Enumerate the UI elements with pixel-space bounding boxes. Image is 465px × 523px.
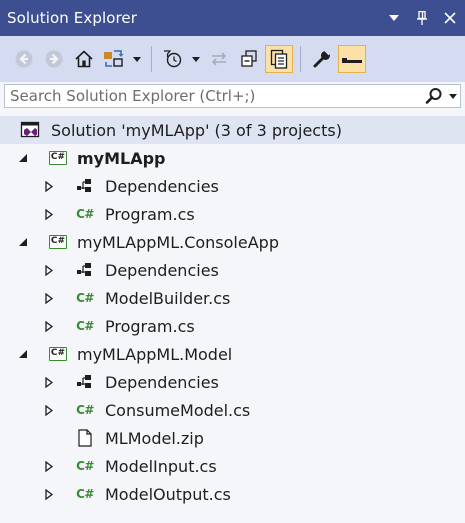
- tree-node-file[interactable]: C# ModelOutput.cs: [0, 480, 465, 508]
- switch-views-button[interactable]: [100, 45, 128, 73]
- forward-button[interactable]: [40, 45, 68, 73]
- csharp-file-icon: C#: [76, 291, 94, 305]
- expanded-arrow-icon[interactable]: [17, 348, 29, 360]
- tree-node-label: Program.cs: [105, 316, 195, 336]
- chevron-down-icon: [192, 56, 200, 62]
- window-title: Solution Explorer: [7, 9, 138, 27]
- tree-node-label: myMLAppML.ConsoleApp: [77, 232, 279, 252]
- collapsed-arrow-icon[interactable]: [43, 208, 55, 220]
- close-button[interactable]: [441, 9, 459, 27]
- tree-node-project[interactable]: C# myMLAppML.Model: [0, 340, 465, 368]
- tree-node-file[interactable]: C# ModelInput.cs: [0, 452, 465, 480]
- dependencies-icon: [74, 260, 94, 280]
- tree-node-label: Dependencies: [105, 372, 219, 392]
- csharp-file-icon: C#: [76, 319, 94, 333]
- csharp-file-icon: C#: [76, 487, 94, 501]
- tree-node-label: ModelInput.cs: [105, 456, 217, 476]
- switch-views-dropdown[interactable]: [130, 45, 144, 73]
- tree-node-label: Solution 'myMLApp' (3 of 3 projects): [51, 120, 342, 140]
- pending-changes-filter-button[interactable]: [159, 45, 187, 73]
- file-icon: [75, 428, 95, 448]
- collapsed-arrow-icon[interactable]: [43, 460, 55, 472]
- chevron-down-icon: [449, 93, 457, 99]
- csharp-project-icon: C#: [48, 148, 68, 168]
- csharp-file-icon: C#: [76, 459, 94, 473]
- search-input[interactable]: [5, 84, 422, 108]
- pin-icon: [417, 11, 427, 25]
- toolbar-separator: [300, 46, 301, 72]
- tree-node-label: Dependencies: [105, 176, 219, 196]
- preview-selected-items-button[interactable]: [338, 45, 366, 73]
- pin-button[interactable]: [413, 9, 431, 27]
- properties-button[interactable]: [308, 45, 336, 73]
- tree-node-file[interactable]: MLModel.zip: [0, 424, 465, 452]
- tree-node-file[interactable]: C# ConsumeModel.cs: [0, 396, 465, 424]
- toolbar-separator: [151, 46, 152, 72]
- collapsed-arrow-icon[interactable]: [43, 488, 55, 500]
- show-all-files-icon: [270, 49, 288, 69]
- csharp-project-icon: C#: [48, 232, 68, 252]
- collapsed-arrow-icon[interactable]: [43, 264, 55, 276]
- home-button[interactable]: [70, 45, 98, 73]
- tree-node-label: myMLApp: [77, 148, 166, 168]
- switch-views-icon: [104, 50, 124, 67]
- forward-arrow-icon: [45, 50, 63, 68]
- tree-node-label: myMLAppML.Model: [77, 344, 233, 364]
- preview-icon: [342, 58, 362, 63]
- expanded-arrow-icon[interactable]: [17, 236, 29, 248]
- tree-node-file[interactable]: C# Program.cs: [0, 200, 465, 228]
- sync-with-active-document-button[interactable]: [205, 45, 233, 73]
- tree-node-label: ModelOutput.cs: [105, 484, 231, 504]
- csharp-project-icon: C#: [48, 344, 68, 364]
- tree-node-dependencies[interactable]: Dependencies: [0, 256, 465, 284]
- tree-node-project[interactable]: C# myMLApp: [0, 144, 465, 172]
- collapse-all-button[interactable]: [235, 45, 263, 73]
- close-icon: [444, 12, 456, 24]
- solution-tree: Solution 'myMLApp' (3 of 3 projects) C# …: [0, 116, 465, 508]
- tree-node-label: Program.cs: [105, 204, 195, 224]
- search-options-dropdown[interactable]: [446, 85, 460, 107]
- show-all-files-button[interactable]: [265, 45, 293, 73]
- window-position-dropdown[interactable]: [385, 9, 403, 27]
- tree-node-label: ConsumeModel.cs: [105, 400, 251, 420]
- tree-node-file[interactable]: C# ModelBuilder.cs: [0, 284, 465, 312]
- tree-node-solution[interactable]: Solution 'myMLApp' (3 of 3 projects): [0, 116, 465, 144]
- tree-node-label: Dependencies: [105, 260, 219, 280]
- collapsed-arrow-icon[interactable]: [43, 292, 55, 304]
- tree-node-file[interactable]: C# Program.cs: [0, 312, 465, 340]
- solution-icon: [20, 120, 40, 140]
- sync-icon: [211, 52, 227, 66]
- chevron-down-icon: [133, 56, 141, 62]
- search-box: [4, 84, 461, 108]
- tree-node-dependencies[interactable]: Dependencies: [0, 172, 465, 200]
- pending-changes-icon: [164, 50, 182, 68]
- search-icon: [425, 88, 442, 104]
- properties-icon: [313, 49, 331, 68]
- back-button[interactable]: [10, 45, 38, 73]
- home-icon: [75, 50, 93, 68]
- collapsed-arrow-icon[interactable]: [43, 404, 55, 416]
- dependencies-icon: [74, 372, 94, 392]
- csharp-file-icon: C#: [76, 403, 94, 417]
- expanded-arrow-icon[interactable]: [17, 152, 29, 164]
- tree-node-label: ModelBuilder.cs: [105, 288, 231, 308]
- search-button[interactable]: [422, 85, 446, 107]
- pending-changes-dropdown[interactable]: [189, 45, 203, 73]
- collapse-all-icon: [241, 50, 257, 67]
- title-bar-buttons: [385, 0, 459, 36]
- back-arrow-icon: [15, 50, 33, 68]
- csharp-file-icon: C#: [76, 207, 94, 221]
- chevron-down-icon: [389, 15, 399, 21]
- dependencies-icon: [74, 176, 94, 196]
- collapsed-arrow-icon[interactable]: [43, 376, 55, 388]
- collapsed-arrow-icon[interactable]: [43, 180, 55, 192]
- title-bar: Solution Explorer: [0, 0, 465, 36]
- tree-node-project[interactable]: C# myMLAppML.ConsoleApp: [0, 228, 465, 256]
- collapsed-arrow-icon[interactable]: [43, 320, 55, 332]
- toolbar: [0, 36, 465, 82]
- tree-node-dependencies[interactable]: Dependencies: [0, 368, 465, 396]
- tree-node-label: MLModel.zip: [105, 428, 204, 448]
